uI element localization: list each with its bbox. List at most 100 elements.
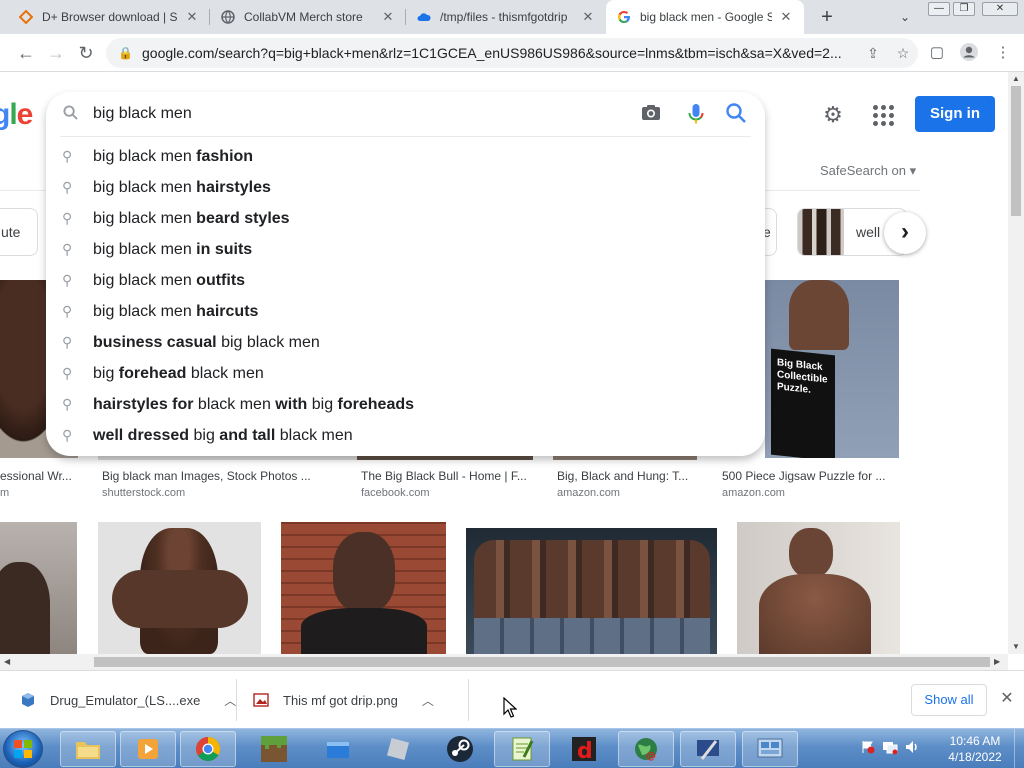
google-logo[interactable]: gle xyxy=(0,98,33,132)
show-all-button[interactable]: Show all xyxy=(911,684,987,716)
network-icon[interactable] xyxy=(882,739,900,760)
sign-in-button[interactable]: Sign in xyxy=(915,96,995,132)
volume-icon[interactable] xyxy=(904,739,922,760)
divider xyxy=(468,679,469,721)
result-caption[interactable]: essional Wr... xyxy=(0,469,76,483)
suggestion-item[interactable]: ⚲ big black men in suits xyxy=(46,234,765,265)
person-figure xyxy=(0,562,50,654)
close-icon[interactable]: ✕ xyxy=(580,9,596,25)
chrome-icon[interactable] xyxy=(180,731,236,767)
result-caption[interactable]: Big black man Images, Stock Photos ... xyxy=(102,469,352,483)
download-item[interactable]: Drug_Emulator_(LS....exe ︿ xyxy=(20,671,236,729)
action-center-flag-icon[interactable] xyxy=(860,739,878,760)
svg-text:@: @ xyxy=(646,751,656,762)
chevron-down-icon[interactable]: ⌄ xyxy=(895,7,915,27)
chevron-up-icon[interactable]: ︿ xyxy=(224,692,236,709)
person-face xyxy=(333,532,395,612)
microphone-icon[interactable] xyxy=(685,102,709,126)
vertical-scrollbar[interactable]: ▲ ▼ xyxy=(1008,72,1024,654)
tab-title: /tmp/files - thismfgotdrip xyxy=(440,10,568,24)
share-icon[interactable]: ⇪ xyxy=(858,45,888,62)
scroll-left-arrow-icon[interactable]: ◀ xyxy=(4,657,10,666)
tab-collabvm[interactable]: CollabVM Merch store ✕ xyxy=(210,0,406,34)
pen-tablet-app-icon[interactable] xyxy=(680,731,736,767)
app-window-icon[interactable] xyxy=(310,731,366,767)
close-icon[interactable]: ✕ xyxy=(184,9,200,25)
close-icon[interactable]: ✕ xyxy=(778,9,794,25)
result-source: amazon.com xyxy=(557,487,620,499)
scrollbar-thumb[interactable] xyxy=(94,657,990,667)
back-arrow-icon[interactable]: ← xyxy=(14,41,38,65)
generic-app-icon[interactable] xyxy=(370,731,426,767)
suggestion-item[interactable]: ⚲ big black men hairstyles xyxy=(46,172,765,203)
result-image[interactable] xyxy=(98,522,261,654)
file-explorer-icon[interactable] xyxy=(60,731,116,767)
show-desktop-button[interactable] xyxy=(1014,729,1024,768)
suggestion-item[interactable]: ⚲ big forehead black men xyxy=(46,358,765,389)
suggestion-item[interactable]: ⚲ big black men beard styles xyxy=(46,203,765,234)
search-input[interactable] xyxy=(93,102,613,126)
minimize-button[interactable]: — xyxy=(928,2,950,16)
filter-chip[interactable]: ute xyxy=(0,208,38,256)
scroll-down-arrow-icon[interactable]: ▼ xyxy=(1012,642,1020,651)
svg-text:d: d xyxy=(577,739,593,764)
tab-google-search[interactable]: big black men - Google S ✕ xyxy=(606,0,804,34)
tab-d-browser[interactable]: D+ Browser download | S ✕ xyxy=(8,0,210,34)
forward-arrow-icon[interactable]: → xyxy=(44,41,68,65)
tab-tmp-files[interactable]: /tmp/files - thismfgotdrip ✕ xyxy=(406,0,606,34)
search-submit-icon[interactable] xyxy=(725,102,749,126)
suggestion-text: business casual big black men xyxy=(93,333,320,351)
globe-app-icon[interactable]: @ xyxy=(618,731,674,767)
control-panel-icon[interactable] xyxy=(742,731,798,767)
horizontal-scrollbar[interactable]: ◀ ▶ xyxy=(0,654,1008,670)
suggestion-item[interactable]: ⚲ big black men fashion xyxy=(46,141,765,172)
close-window-button[interactable]: ✕ xyxy=(982,2,1018,16)
suggestion-item[interactable]: ⚲ big black men haircuts xyxy=(46,296,765,327)
media-player-icon[interactable] xyxy=(120,731,176,767)
notepad-plus-icon[interactable] xyxy=(494,731,550,767)
start-button[interactable] xyxy=(3,730,43,768)
suggestion-text: hairstyles for black men with big forehe… xyxy=(93,395,415,413)
result-caption[interactable]: The Big Black Bull - Home | F... xyxy=(361,469,537,483)
camera-icon[interactable] xyxy=(640,102,664,126)
gear-icon[interactable]: ⚙ xyxy=(820,102,846,128)
scrollbar-thumb[interactable] xyxy=(1011,86,1021,216)
lock-icon[interactable]: 🔒 xyxy=(118,46,133,60)
kebab-menu-icon[interactable]: ⋮ xyxy=(992,42,1014,64)
download-item[interactable]: This mf got drip.png ︿ xyxy=(253,671,459,729)
suggestion-text: big black men outfits xyxy=(93,271,246,289)
result-caption[interactable]: 500 Piece Jigsaw Puzzle for ... xyxy=(722,469,902,483)
star-icon[interactable]: ☆ xyxy=(888,45,918,62)
suggestion-item[interactable]: ⚲ well dressed big and tall black men xyxy=(46,420,765,451)
profile-icon[interactable] xyxy=(958,42,980,64)
system-clock[interactable]: 10:46 AM 4/18/2022 xyxy=(940,733,1010,765)
side-panel-icon[interactable]: ▢ xyxy=(926,42,948,64)
reload-icon[interactable]: ↻ xyxy=(74,41,98,65)
browser-toolbar: ← → ↻ 🔒 google.com/search?q=big+black+me… xyxy=(0,34,1024,72)
d-plus-browser-icon[interactable]: d xyxy=(556,731,612,767)
apps-grid-icon[interactable] xyxy=(870,102,896,128)
close-icon[interactable]: ✕ xyxy=(998,690,1016,708)
suggestion-item[interactable]: ⚲ hairstyles for black men with big fore… xyxy=(46,389,765,420)
chevron-up-icon[interactable]: ︿ xyxy=(422,692,434,709)
cloud-icon xyxy=(416,9,432,25)
result-image[interactable] xyxy=(466,528,717,654)
suggestion-item[interactable]: ⚲ business casual big black men xyxy=(46,327,765,358)
result-image[interactable] xyxy=(0,522,77,654)
chevron-right-icon[interactable]: › xyxy=(884,212,926,254)
suggestion-item[interactable]: ⚲ big black men outfits xyxy=(46,265,765,296)
scroll-right-arrow-icon[interactable]: ▶ xyxy=(994,657,1000,666)
scroll-up-arrow-icon[interactable]: ▲ xyxy=(1012,74,1020,83)
restore-button[interactable]: ❐ xyxy=(953,2,975,16)
chip-label: well xyxy=(856,224,881,240)
result-image-puzzle[interactable]: Big Black Collectible Puzzle. xyxy=(765,280,899,458)
safesearch-toggle[interactable]: SafeSearch on ▾ xyxy=(820,163,916,179)
result-image[interactable] xyxy=(737,522,900,654)
result-image[interactable] xyxy=(281,522,446,654)
result-caption[interactable]: Big, Black and Hung: T... xyxy=(557,469,697,483)
address-bar[interactable]: 🔒 google.com/search?q=big+black+men&rlz=… xyxy=(106,38,918,68)
close-icon[interactable]: ✕ xyxy=(380,9,396,25)
steam-icon[interactable] xyxy=(432,731,488,767)
new-tab-button[interactable]: + xyxy=(814,5,840,29)
minecraft-icon[interactable] xyxy=(246,731,302,767)
